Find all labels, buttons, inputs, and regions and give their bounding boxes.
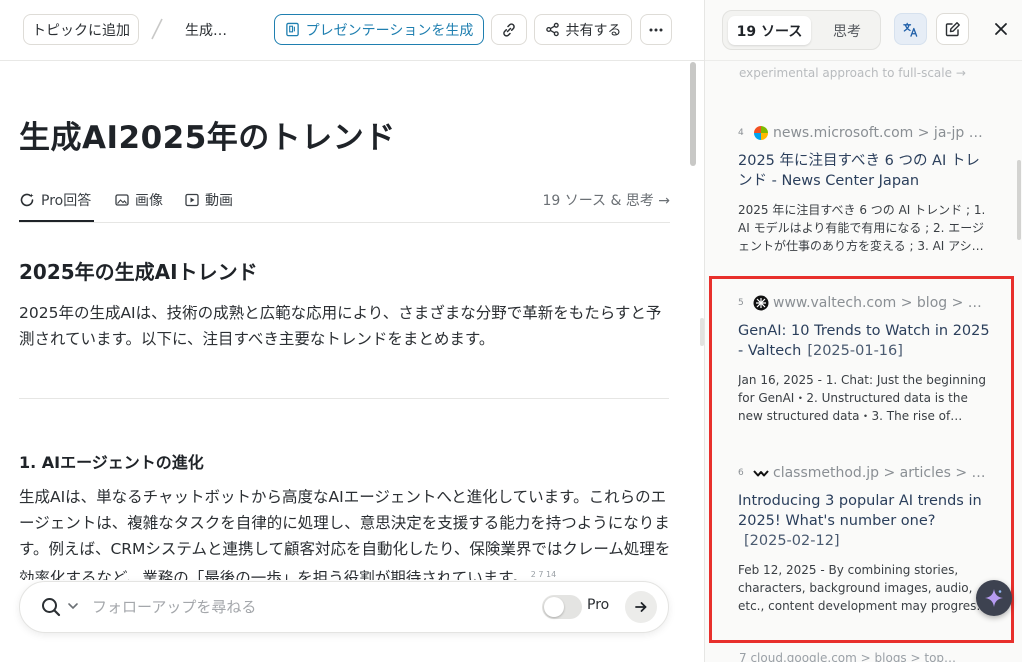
edit-button[interactable] bbox=[936, 13, 969, 45]
source-date: [2025-02-12] bbox=[744, 533, 840, 549]
generate-presentation-button[interactable]: プレゼンテーションを生成 bbox=[274, 14, 484, 45]
assistant-button[interactable] bbox=[976, 580, 1012, 616]
more-horizontal-icon bbox=[649, 28, 663, 31]
followup-bar: Pro bbox=[19, 581, 669, 633]
translate-button[interactable] bbox=[894, 13, 927, 45]
source-domain: news.microsoft.com > ja-jp > f… bbox=[773, 125, 987, 141]
search-icon[interactable] bbox=[40, 596, 62, 618]
source-title[interactable]: Introducing 3 popular AI trends in 2025!… bbox=[738, 491, 990, 551]
close-sidebar-button[interactable] bbox=[984, 13, 1017, 45]
page-title: 生成AI2025年のトレンド bbox=[19, 120, 396, 156]
source-meta: 4 news.microsoft.com > ja-jp > f… bbox=[738, 124, 990, 142]
source-domain: classmethod.jp > articles > 20… bbox=[773, 465, 987, 481]
pro-toggle-label: Pro bbox=[587, 597, 610, 613]
source-card[interactable]: 6 classmethod.jp > articles > 20… Introd… bbox=[738, 464, 990, 615]
citation-markers[interactable]: 2 7 14 bbox=[531, 570, 556, 579]
sources-and-thinking-link[interactable]: 19 ソース & 思考 → bbox=[542, 190, 670, 210]
valtech-icon bbox=[753, 295, 769, 311]
microsoft-icon bbox=[754, 126, 768, 140]
source-snippet: Feb 12, 2025 - By combining stories, cha… bbox=[738, 563, 983, 613]
answer-tabs: Pro回答 画像 動画 19 ソース & 思考 → bbox=[19, 187, 670, 223]
source-title-text: 2025 年に注目すべき 6 つの AI トレンド - News Center … bbox=[738, 153, 980, 189]
breadcrumb[interactable]: 生成… bbox=[185, 20, 227, 40]
translate-icon bbox=[903, 22, 918, 37]
top-toolbar: トピックに追加 生成… プレゼンテーションを生成 共有する bbox=[0, 0, 704, 61]
generate-presentation-label: プレゼンテーションを生成 bbox=[305, 22, 474, 39]
active-tab-indicator bbox=[19, 220, 94, 222]
add-to-topic-label: トピックに追加 bbox=[32, 22, 130, 39]
source-title[interactable]: GenAI: 10 Trends to Watch in 2025 - Valt… bbox=[738, 321, 990, 361]
tab-videos[interactable]: 動画 bbox=[185, 190, 233, 210]
truncated-source-row: 7 cloud.google.com > blogs > top… bbox=[739, 651, 957, 662]
sidebar-header: 19 ソース 思考 bbox=[705, 0, 1022, 61]
tab-images[interactable]: 画像 bbox=[115, 190, 163, 210]
presentation-icon bbox=[285, 22, 299, 37]
copy-link-button[interactable] bbox=[491, 14, 527, 45]
source-snippet: Jan 16, 2025 - 1. Chat: Just the beginni… bbox=[738, 373, 987, 423]
source-card[interactable]: 5 www.valtech.com > blog > gen… GenAI: 1… bbox=[738, 294, 990, 425]
main-scrollbar[interactable] bbox=[690, 62, 696, 166]
source-number: 6 bbox=[738, 468, 744, 478]
followup-input[interactable] bbox=[92, 595, 472, 619]
image-icon bbox=[115, 194, 129, 206]
share-button[interactable]: 共有する bbox=[534, 14, 632, 45]
answer-heading: 2025年の生成AIトレンド bbox=[19, 260, 258, 284]
share-icon bbox=[545, 22, 559, 37]
source-number: 5 bbox=[738, 298, 744, 308]
add-to-topic-button[interactable]: トピックに追加 bbox=[23, 14, 139, 45]
source-title[interactable]: 2025 年に注目すべき 6 つの AI トレンド - News Center … bbox=[738, 151, 990, 191]
sidebar-scrollbar[interactable] bbox=[1017, 160, 1021, 240]
truncated-source-text: experimental approach to full-scale → bbox=[739, 66, 966, 80]
pro-toggle[interactable] bbox=[542, 595, 582, 619]
section-divider bbox=[19, 398, 669, 399]
edit-icon bbox=[945, 22, 960, 37]
tab-images-label: 画像 bbox=[135, 193, 163, 209]
submit-button[interactable] bbox=[625, 591, 657, 623]
section-paragraph: 生成AIは、単なるチャットボットから高度なAIエージェントへと進化しています。こ… bbox=[19, 484, 674, 580]
sidebar-segmented-control: 19 ソース 思考 bbox=[722, 10, 881, 50]
section-body-text: 生成AIは、単なるチャットボットから高度なAIエージェントへと進化しています。こ… bbox=[19, 488, 671, 580]
source-meta: 6 classmethod.jp > articles > 20… bbox=[738, 464, 990, 482]
classmethod-icon bbox=[753, 470, 769, 477]
source-number: 4 bbox=[738, 128, 744, 138]
share-label: 共有する bbox=[565, 22, 622, 39]
source-domain: www.valtech.com > blog > gen… bbox=[773, 295, 987, 311]
tab-pro-answer[interactable]: Pro回答 bbox=[19, 190, 91, 210]
tab-pro-answer-label: Pro回答 bbox=[41, 193, 92, 209]
source-title-text: Introducing 3 popular AI trends in 2025!… bbox=[738, 493, 982, 529]
tab-sources[interactable]: 19 ソース bbox=[728, 16, 811, 45]
breadcrumb-separator-icon bbox=[151, 18, 163, 40]
source-meta: 5 www.valtech.com > blog > gen… bbox=[738, 294, 990, 312]
link-icon bbox=[503, 22, 515, 37]
source-card[interactable]: 4 news.microsoft.com > ja-jp > f… 2025 年… bbox=[738, 124, 990, 255]
main-panel: トピックに追加 生成… プレゼンテーションを生成 共有する 生成AI2025年の… bbox=[0, 0, 704, 662]
pro-icon bbox=[20, 193, 34, 207]
tab-videos-label: 動画 bbox=[205, 193, 233, 209]
sources-sidebar: 19 ソース 思考 experimental approach to full-… bbox=[704, 0, 1022, 662]
tab-thinking[interactable]: 思考 bbox=[817, 16, 877, 45]
close-icon bbox=[994, 23, 1007, 35]
chevron-down-icon[interactable] bbox=[67, 600, 79, 612]
source-snippet: 2025 年に注目すべき 6 つの AI トレンド ; 1. AI モデルはより… bbox=[738, 203, 986, 253]
video-icon bbox=[185, 193, 199, 207]
more-options-button[interactable] bbox=[640, 14, 672, 45]
sparkle-icon bbox=[985, 589, 1003, 607]
arrow-right-icon bbox=[635, 602, 647, 612]
source-date: [2025-01-16] bbox=[807, 343, 903, 359]
intro-paragraph: 2025年の生成AIは、技術の成熟と広範な応用により、さまざまな分野で革新をもた… bbox=[19, 304, 662, 348]
pro-toggle-knob bbox=[544, 597, 564, 617]
section-heading: 1. AIエージェントの進化 bbox=[19, 453, 204, 472]
